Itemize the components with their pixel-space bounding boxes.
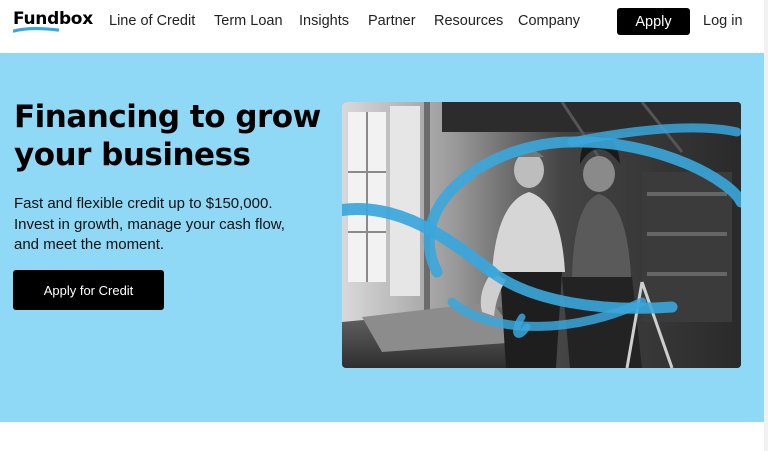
nav-resources[interactable]: Resources: [434, 12, 503, 30]
site-header: Fundbox Line of Credit Term Loan Insight…: [0, 0, 768, 53]
hero-title: Financing to grow your business: [14, 99, 321, 173]
hero-photo-illustration: [342, 102, 741, 368]
logo-swoosh-icon: [13, 27, 59, 33]
nav-partner[interactable]: Partner: [368, 12, 416, 30]
hero-subtitle: Fast and flexible credit up to $150,000.…: [14, 195, 285, 253]
nav-term-loan[interactable]: Term Loan: [214, 12, 283, 30]
nav-line-of-credit[interactable]: Line of Credit: [109, 12, 195, 30]
scrollbar[interactable]: [764, 0, 768, 451]
apply-for-credit-button[interactable]: Apply for Credit: [13, 270, 164, 310]
below-fold-section: [0, 422, 768, 451]
nav-company[interactable]: Company: [518, 12, 580, 30]
apply-button[interactable]: Apply: [617, 8, 690, 35]
login-link[interactable]: Log in: [703, 12, 743, 30]
fundbox-logo[interactable]: Fundbox: [13, 9, 93, 33]
nav-insights[interactable]: Insights: [299, 12, 349, 30]
hero-section: Financing to grow your business Fast and…: [0, 53, 768, 422]
hero-photo: [342, 102, 741, 368]
